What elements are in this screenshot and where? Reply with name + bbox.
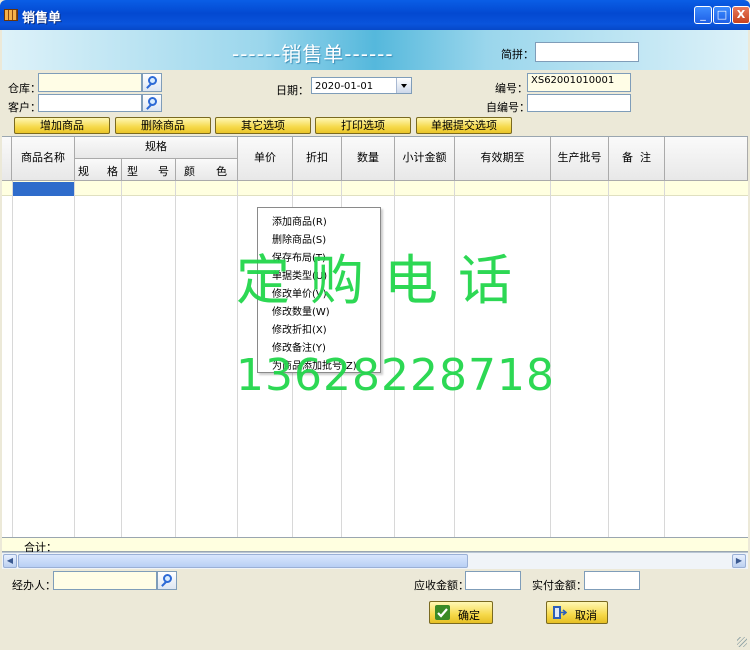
header-remark[interactable]: 备 注 xyxy=(609,137,665,181)
header-discount[interactable]: 折扣 xyxy=(293,137,342,181)
delete-product-button[interactable]: 删除商品 xyxy=(115,117,211,134)
exit-door-icon xyxy=(553,606,567,619)
header-filler xyxy=(665,137,748,181)
self-number-input[interactable] xyxy=(527,94,631,112)
scroll-left-icon[interactable]: ◀ xyxy=(3,554,17,568)
number-input[interactable]: XS62001010001 xyxy=(527,73,631,92)
jianpin-input[interactable] xyxy=(535,42,639,62)
chevron-down-icon[interactable] xyxy=(396,78,411,93)
customer-label: 客户： xyxy=(8,101,41,114)
menu-item-add-batch[interactable]: 为商品添加批号(Z) xyxy=(272,357,357,372)
menu-item-edit-discount[interactable]: 修改折扣(X) xyxy=(272,321,327,336)
header-spec[interactable]: 规 格 xyxy=(75,159,122,181)
add-product-button[interactable]: 增加商品 xyxy=(14,117,110,134)
check-icon xyxy=(435,605,450,620)
resize-grip-icon[interactable] xyxy=(737,637,747,647)
number-label: 编号： xyxy=(495,82,528,95)
receivable-input[interactable] xyxy=(465,571,521,590)
customer-lookup-button[interactable] xyxy=(142,94,162,112)
submit-options-button[interactable]: 单据提交选项 xyxy=(416,117,512,134)
header-spec-group: 规格 xyxy=(75,137,238,159)
date-label: 日期： xyxy=(276,84,309,97)
date-picker[interactable]: 2020-01-01 xyxy=(311,77,412,94)
header-subtotal[interactable]: 小计金额 xyxy=(395,137,455,181)
paid-input[interactable] xyxy=(584,571,640,590)
context-menu[interactable]: 添加商品(R) 删除商品(S) 保存布局(T) 单据类型(U) 修改单价(V) … xyxy=(257,207,381,373)
paid-label: 实付金额： xyxy=(532,579,587,592)
receivable-label: 应收金额： xyxy=(414,579,469,592)
maximize-button[interactable]: □ xyxy=(713,6,731,24)
ok-label: 确定 xyxy=(458,609,480,622)
form-title: ------销售单------ xyxy=(232,42,394,66)
header-quantity[interactable]: 数量 xyxy=(342,137,395,181)
header-expiry[interactable]: 有效期至 xyxy=(455,137,551,181)
window-title: 销售单 xyxy=(22,11,62,26)
self-number-label: 自编号： xyxy=(486,101,530,114)
warehouse-lookup-button[interactable] xyxy=(142,73,162,92)
cancel-button[interactable]: 取消 xyxy=(546,601,608,624)
app-icon xyxy=(4,9,18,21)
date-value: 2020-01-01 xyxy=(315,81,374,92)
banner: ------销售单------ 简拼： xyxy=(2,30,748,70)
header-price[interactable]: 单价 xyxy=(238,137,293,181)
filter-row[interactable] xyxy=(2,181,748,196)
close-button[interactable]: X xyxy=(732,6,750,24)
print-options-button[interactable]: 打印选项 xyxy=(315,117,411,134)
ok-button[interactable]: 确定 xyxy=(429,601,493,624)
scroll-right-icon[interactable]: ▶ xyxy=(732,554,746,568)
handler-input[interactable] xyxy=(53,571,157,590)
sum-row: 合计： xyxy=(2,537,748,554)
selected-cell[interactable] xyxy=(12,182,74,196)
header-batch[interactable]: 生产批号 xyxy=(551,137,609,181)
warehouse-input[interactable] xyxy=(38,73,142,92)
scroll-thumb[interactable] xyxy=(18,554,468,568)
menu-item-add-product[interactable]: 添加商品(R) xyxy=(272,213,327,228)
horizontal-scrollbar[interactable]: ◀ ▶ xyxy=(2,552,748,569)
cancel-label: 取消 xyxy=(575,609,597,622)
menu-item-edit-remark[interactable]: 修改备注(Y) xyxy=(272,339,326,354)
menu-item-save-layout[interactable]: 保存布局(T) xyxy=(272,249,326,264)
handler-lookup-button[interactable] xyxy=(157,571,177,590)
row-header-corner xyxy=(2,137,12,181)
menu-item-edit-quantity[interactable]: 修改数量(W) xyxy=(272,303,330,318)
handler-label: 经办人： xyxy=(12,579,56,592)
minimize-button[interactable]: _ xyxy=(694,6,712,24)
other-options-button[interactable]: 其它选项 xyxy=(215,117,311,134)
customer-input[interactable] xyxy=(38,94,142,112)
menu-item-delete-product[interactable]: 删除商品(S) xyxy=(272,231,326,246)
jianpin-label: 简拼： xyxy=(501,48,534,61)
warehouse-label: 仓库： xyxy=(8,82,41,95)
header-product-name[interactable]: 商品名称 xyxy=(12,137,75,181)
header-color[interactable]: 颜 色 xyxy=(176,159,238,181)
menu-item-document-type[interactable]: 单据类型(U) xyxy=(272,267,327,282)
menu-item-edit-price[interactable]: 修改单价(V) xyxy=(272,285,327,300)
title-bar[interactable]: 销售单 _ □ X xyxy=(0,0,750,30)
header-model[interactable]: 型 号 xyxy=(122,159,176,181)
